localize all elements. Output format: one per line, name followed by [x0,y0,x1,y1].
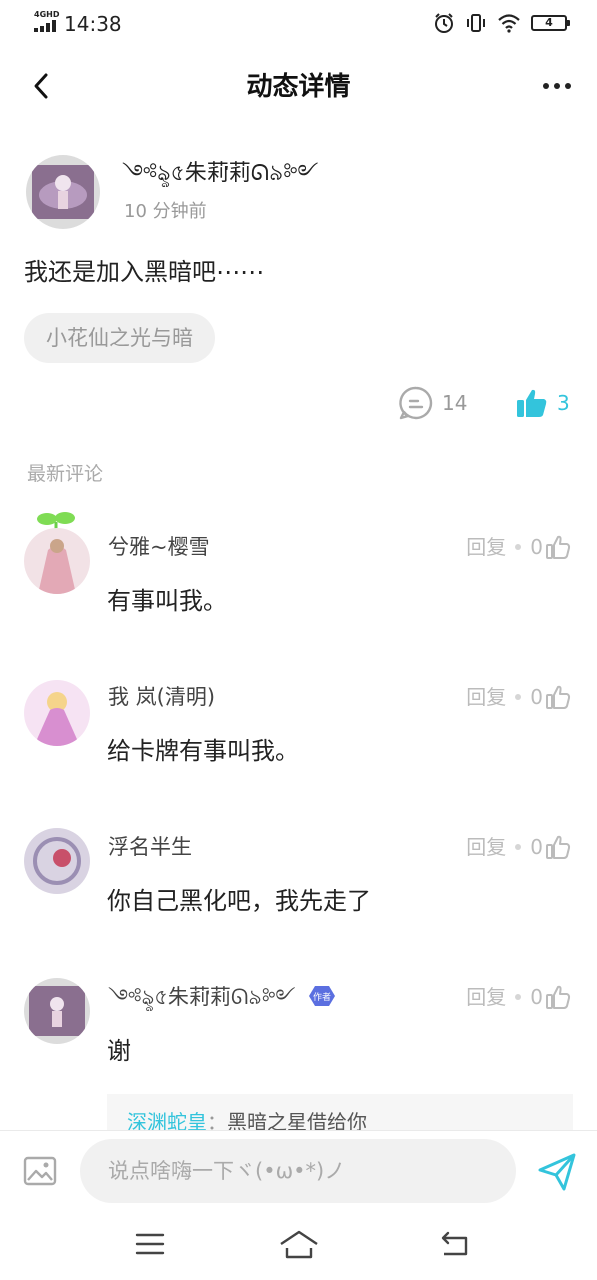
latest-comments-label: 最新评论 [27,463,104,485]
like-count: 3 [557,391,570,415]
separator-dot [515,544,522,550]
comment-like-count: 0 [530,985,543,1009]
separator-dot [515,694,522,700]
commenter-name[interactable]: 兮雅~樱雪 [108,532,210,562]
comment-count: 14 [442,391,468,415]
wifi-icon [498,14,520,33]
comment-like-count: 0 [530,685,543,709]
comment-input-placeholder: 说点啥嗨一下ヾ(•ω•*)ノ [108,1159,346,1183]
battery-icon: 4 [531,15,570,31]
comment-input-bar: 说点啥嗨一下ヾ(•ω•*)ノ [0,1130,597,1213]
reply-button[interactable]: 回复 [466,532,506,562]
commenter-name[interactable]: ༺ৡ৫朱莉ᡃ莉ᘏ৯༻ [108,985,296,1009]
thumbs-up-icon [517,389,547,417]
alarm-icon [435,13,453,33]
image-icon [23,1156,57,1186]
separator-dot [515,994,522,1000]
comment-item: 我 岚(清明) 回复 0 给卡牌有事叫我。 [0,680,597,810]
system-nav-bar [0,1212,597,1280]
topic-tag[interactable]: 小花仙之光与暗 [24,313,215,363]
thumbs-up-outline-icon[interactable] [545,684,571,710]
back-nav-button[interactable] [434,1226,474,1262]
insert-image-button[interactable] [22,1153,58,1189]
commenter-name[interactable]: 我 岚(清明) [108,682,215,712]
signal-icon [34,20,56,32]
home-icon [280,1230,318,1259]
comment-like-count: 0 [530,835,543,859]
send-button[interactable] [536,1151,578,1193]
commenter-avatar[interactable] [24,828,90,894]
author-badge-label: 作者 [313,991,331,1003]
status-icons: 4 [433,12,570,34]
menu-button[interactable] [130,1226,170,1262]
like-button[interactable]: 3 [515,384,570,422]
battery-level: 4 [545,16,553,29]
comment-actions: 回复 0 [466,982,571,1012]
send-icon [538,1153,576,1191]
network-type: 4GHD [34,10,60,19]
thumbs-up-outline-icon[interactable] [545,534,571,560]
top-nav-bar: 动态详情 [0,55,597,119]
comment-text: 有事叫我。 [107,587,227,615]
comment-actions: 回复 0 [466,832,571,862]
comment-actions: 回复 0 [466,532,571,562]
comment-input[interactable]: 说点啥嗨一下ヾ(•ω•*)ノ [80,1139,516,1203]
comment-text: 给卡牌有事叫我。 [107,737,299,765]
commenter-name[interactable]: 浮名半生 [108,832,192,862]
status-bar: 4GHD 14:38 4 [0,0,597,48]
reply-button[interactable]: 回复 [466,982,506,1012]
comment-item: 兮雅~樱雪 回复 0 有事叫我。 [0,510,597,640]
home-button[interactable] [278,1226,318,1262]
author-badge-icon: 作者 [309,986,336,1006]
page-title: 动态详情 [246,72,351,102]
more-dots-icon [543,83,571,89]
comment-item: 浮名半生 回复 0 你自己黑化吧，我先走了 [0,828,597,958]
post-author-name[interactable]: ༺ৡ৫朱莉ᡃ莉ᘏ৯༻ [122,158,318,190]
menu-icon [135,1233,165,1255]
more-options-button[interactable] [537,69,577,103]
comment-actions: 回复 0 [466,682,571,712]
comment-text: 谢 [107,1037,131,1065]
clock-time: 14:38 [64,12,122,36]
comment-text: 你自己黑化吧，我先走了 [107,887,371,915]
commenter-avatar[interactable] [24,680,90,746]
comment-bubble-icon [399,386,433,420]
commenter-avatar[interactable] [24,978,90,1044]
commenter-name-row: ༺ৡ৫朱莉ᡃ莉ᘏ৯༻ 作者 [108,982,336,1012]
return-icon [441,1231,468,1256]
reply-button[interactable]: 回复 [466,832,506,862]
post-author-avatar[interactable] [26,155,100,229]
reply-button[interactable]: 回复 [466,682,506,712]
separator-dot [515,844,522,850]
comment-count-button[interactable]: 14 [398,384,467,422]
thumbs-up-outline-icon[interactable] [545,984,571,1010]
post-content: 我还是加入黑暗吧⋯⋯ [24,258,264,286]
commenter-avatar[interactable] [24,528,90,594]
vibrate-icon [467,14,485,32]
comment-like-count: 0 [530,535,543,559]
post-timestamp: 10 分钟前 [124,201,207,222]
thumbs-up-outline-icon[interactable] [545,834,571,860]
